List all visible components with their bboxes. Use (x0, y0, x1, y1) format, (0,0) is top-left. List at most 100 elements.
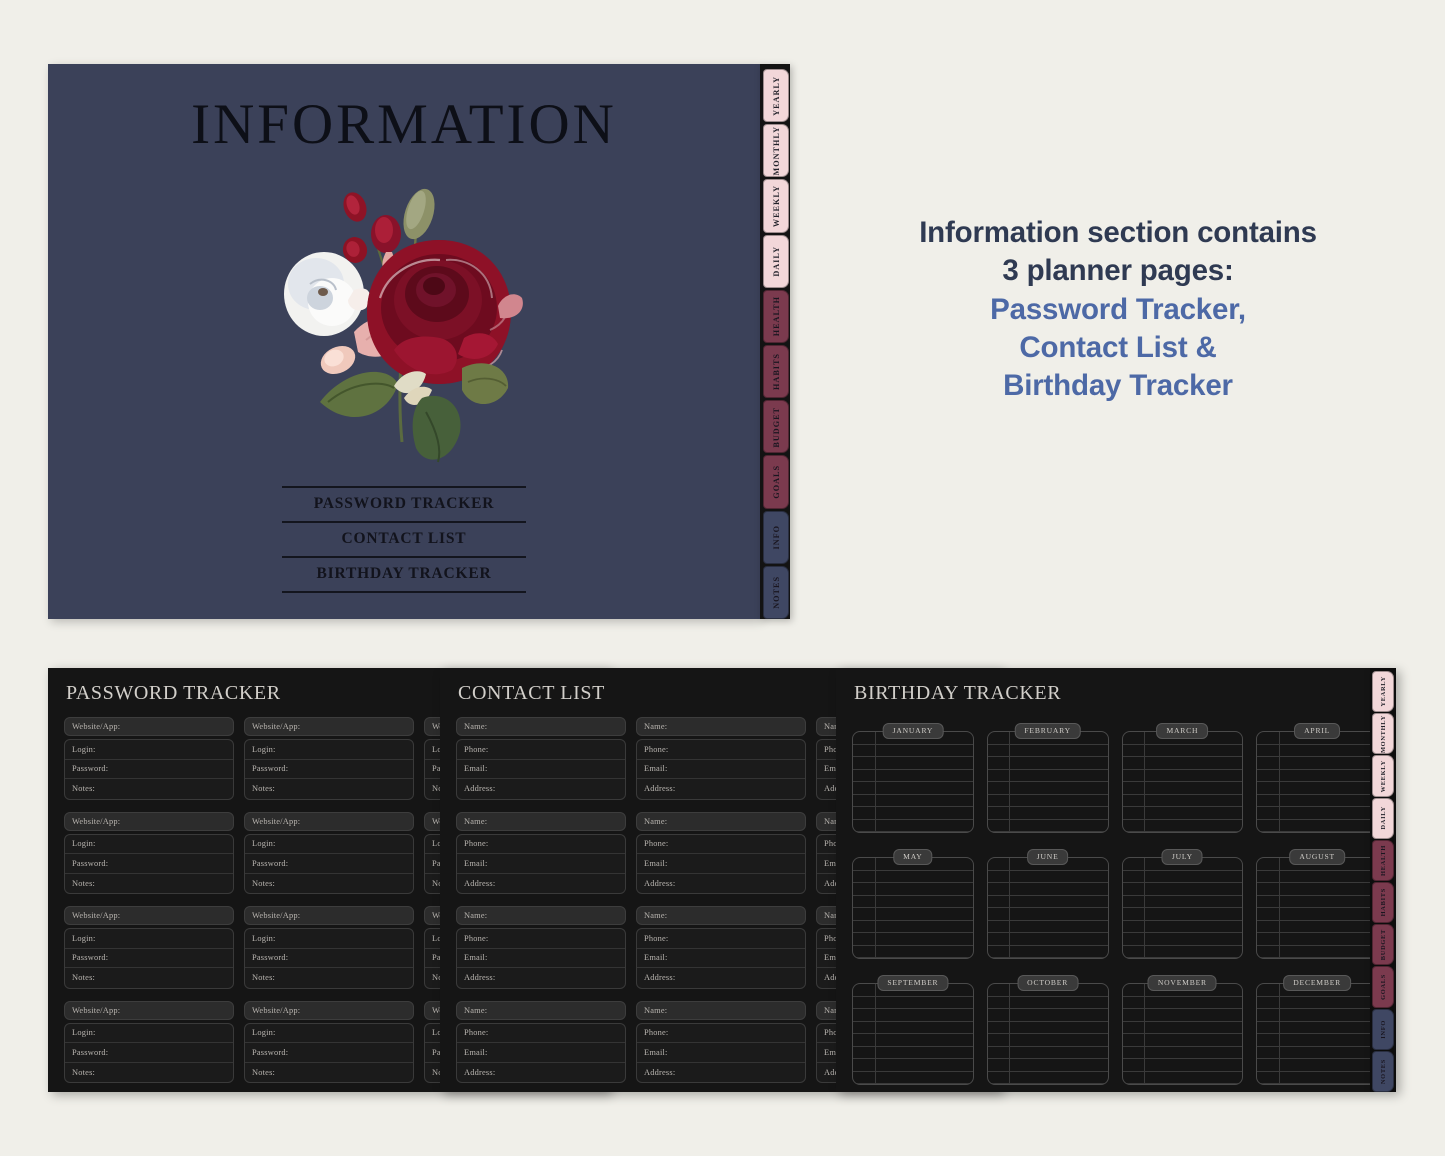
month-row[interactable] (1257, 997, 1377, 1009)
month-grid[interactable] (1121, 857, 1244, 959)
month-grid[interactable] (852, 731, 974, 833)
month-row[interactable] (853, 745, 973, 757)
entry-field[interactable]: Password: (65, 1043, 233, 1063)
entry-field[interactable]: Address: (637, 874, 805, 894)
tab-monthly[interactable]: MONTHLY (763, 124, 789, 178)
month-row[interactable] (987, 820, 1108, 832)
entry-header-field[interactable]: Website/App: (244, 717, 414, 736)
tab-daily[interactable]: DAILY (1372, 797, 1394, 839)
month-row[interactable] (1122, 807, 1243, 820)
month-row[interactable] (987, 883, 1108, 896)
entry-header-field[interactable]: Website/App: (244, 906, 414, 925)
entry-header-field[interactable]: Name: (636, 717, 806, 736)
entry-field[interactable]: Login: (245, 1024, 413, 1043)
entry-field[interactable]: Email: (637, 1043, 805, 1063)
month-grid[interactable] (986, 731, 1109, 833)
month-grid[interactable] (852, 983, 974, 1085)
month-row[interactable] (987, 1059, 1108, 1072)
month-row[interactable] (853, 1059, 973, 1072)
entry-field[interactable]: Phone: (637, 740, 805, 760)
entry-field[interactable]: Address: (457, 874, 625, 894)
month-grid[interactable] (852, 857, 974, 959)
entry-field[interactable]: Phone: (637, 929, 805, 949)
entry-field[interactable]: Login: (65, 835, 233, 854)
tab-info[interactable]: INFO (763, 510, 789, 564)
month-row[interactable] (853, 807, 973, 820)
entry-field[interactable]: Email: (457, 760, 625, 779)
month-row[interactable] (1257, 820, 1377, 832)
month-row[interactable] (1122, 921, 1243, 933)
entry-field[interactable]: Password: (245, 760, 413, 779)
month-row[interactable] (1257, 871, 1377, 883)
month-row[interactable] (987, 1072, 1108, 1084)
entry-header-field[interactable]: Name: (456, 906, 626, 925)
entry-field[interactable]: Password: (65, 854, 233, 874)
tab-budget[interactable]: BUDGET (763, 400, 789, 454)
month-row[interactable] (987, 908, 1108, 921)
month-row[interactable] (1257, 782, 1377, 795)
tab-habits[interactable]: HABITS (1372, 882, 1394, 924)
month-row[interactable] (1257, 1022, 1377, 1034)
entry-field[interactable]: Notes: (245, 968, 413, 988)
month-row[interactable] (853, 1022, 973, 1034)
month-row[interactable] (1122, 1009, 1243, 1022)
month-row[interactable] (1122, 933, 1243, 946)
entry-field[interactable]: Address: (637, 1063, 805, 1083)
tab-habits[interactable]: HABITS (763, 345, 789, 399)
entry-field[interactable]: Notes: (65, 1063, 233, 1083)
tab-yearly[interactable]: YEARLY (763, 69, 789, 123)
month-grid[interactable] (1256, 857, 1378, 959)
month-row[interactable] (853, 883, 973, 896)
entry-field[interactable]: Password: (245, 854, 413, 874)
month-row[interactable] (853, 908, 973, 921)
month-grid[interactable] (1256, 731, 1378, 833)
month-row[interactable] (853, 933, 973, 946)
entry-field[interactable]: Phone: (457, 929, 625, 949)
entry-field[interactable]: Phone: (457, 740, 625, 760)
tab-weekly[interactable]: WEEKLY (1372, 755, 1394, 797)
tab-health[interactable]: HEALTH (1372, 839, 1394, 882)
tab-notes[interactable]: NOTES (1372, 1050, 1394, 1092)
entry-field[interactable]: Phone: (457, 835, 625, 854)
month-row[interactable] (1257, 757, 1377, 770)
entry-header-field[interactable]: Website/App: (244, 811, 414, 831)
tab-weekly[interactable]: WEEKLY (763, 179, 789, 233)
month-grid[interactable] (986, 983, 1109, 1085)
tab-notes[interactable]: NOTES (763, 565, 789, 620)
month-row[interactable] (1257, 1059, 1377, 1072)
entry-field[interactable]: Address: (637, 779, 805, 799)
entry-field[interactable]: Login: (65, 929, 233, 949)
month-row[interactable] (1257, 1034, 1377, 1047)
month-row[interactable] (1122, 745, 1243, 757)
month-row[interactable] (1122, 946, 1243, 958)
month-row[interactable] (1122, 1034, 1243, 1047)
month-row[interactable] (1257, 883, 1377, 896)
month-row[interactable] (853, 946, 973, 958)
tab-daily[interactable]: DAILY (763, 234, 789, 288)
month-row[interactable] (853, 770, 973, 782)
tab-monthly[interactable]: MONTHLY (1372, 713, 1394, 755)
entry-field[interactable]: Email: (457, 1043, 625, 1063)
entry-field[interactable]: Phone: (637, 1024, 805, 1043)
month-row[interactable] (1122, 1072, 1243, 1084)
entry-header-field[interactable]: Name: (456, 1000, 626, 1020)
month-row[interactable] (1122, 1047, 1243, 1059)
month-row[interactable] (853, 1072, 973, 1084)
entry-header-field[interactable]: Name: (636, 811, 806, 831)
month-grid[interactable] (986, 857, 1109, 959)
month-row[interactable] (987, 946, 1108, 958)
tab-budget[interactable]: BUDGET (1372, 924, 1394, 966)
entry-field[interactable]: Login: (245, 835, 413, 854)
month-row[interactable] (987, 782, 1108, 795)
entry-header-field[interactable]: Name: (636, 1000, 806, 1020)
entry-field[interactable]: Address: (457, 1063, 625, 1083)
entry-header-field[interactable]: Website/App: (64, 1000, 234, 1020)
entry-header-field[interactable]: Name: (456, 717, 626, 736)
entry-field[interactable]: Password: (245, 1043, 413, 1063)
month-row[interactable] (1257, 745, 1377, 757)
entry-header-field[interactable]: Name: (636, 906, 806, 925)
tab-health[interactable]: HEALTH (763, 289, 789, 344)
entry-field[interactable]: Login: (245, 929, 413, 949)
month-row[interactable] (853, 757, 973, 770)
month-row[interactable] (1122, 908, 1243, 921)
